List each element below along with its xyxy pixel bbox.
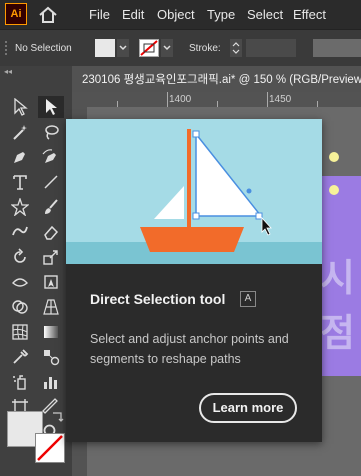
document-tab[interactable]: 230106 평생교육인포그래픽.ai* @ 150 % (RGB/Previe… — [72, 66, 361, 93]
horizontal-ruler[interactable]: 1400 1450 — [72, 92, 361, 107]
decorative-dot — [329, 152, 339, 162]
grip-icon[interactable] — [4, 40, 8, 56]
free-transform-tool[interactable] — [38, 271, 64, 293]
eyedropper-icon — [13, 349, 29, 364]
collapse-panel-icon[interactable]: ◂◂ — [4, 67, 12, 76]
stroke-weight-field[interactable] — [246, 39, 296, 57]
ruler-tick — [267, 92, 268, 107]
fill-color-swatch[interactable] — [95, 39, 115, 57]
swap-fill-stroke-icon[interactable] — [51, 409, 65, 423]
symbol-sprayer-tool[interactable] — [7, 371, 33, 393]
menu-select[interactable]: Select — [247, 7, 283, 22]
shortcut-key: A — [240, 291, 256, 307]
shaper-tool[interactable] — [7, 221, 33, 243]
tool-tooltip: Direct Selection tool A Select and adjus… — [66, 119, 322, 442]
paintbrush-tool[interactable] — [38, 196, 64, 218]
column-graph-tool[interactable] — [38, 371, 64, 393]
magic-wand-tool[interactable] — [7, 121, 33, 143]
pen-tool[interactable] — [7, 146, 33, 168]
gradient-tool[interactable] — [38, 321, 64, 343]
chevron-down-icon — [163, 45, 171, 51]
menu-bar: Ai File Edit Object Type Select Effect — [0, 0, 361, 29]
scale-icon — [43, 250, 58, 265]
eraser-tool[interactable] — [38, 221, 64, 243]
eyedropper-tool[interactable] — [7, 346, 33, 368]
shaper-icon — [12, 226, 28, 236]
menu-object[interactable]: Object — [157, 7, 195, 22]
star-icon — [11, 198, 29, 216]
home-icon[interactable] — [38, 6, 58, 24]
star-tool[interactable] — [7, 196, 33, 218]
menu-effect[interactable]: Effect — [293, 7, 326, 22]
stepper-icon — [232, 42, 240, 54]
type-tool[interactable] — [7, 171, 33, 193]
ruler-label-1450: 1450 — [269, 94, 292, 105]
shape-builder-tool[interactable] — [7, 296, 33, 318]
stroke-dropdown[interactable] — [161, 39, 173, 57]
eraser-icon — [44, 225, 59, 240]
control-bar: No Selection Stroke: — [0, 29, 361, 67]
direct-selection-icon — [46, 99, 57, 115]
stroke-color-box[interactable] — [35, 433, 65, 463]
paintbrush-icon — [45, 199, 58, 214]
variable-width-profile[interactable] — [313, 39, 361, 57]
stroke-color-swatch[interactable] — [139, 39, 159, 57]
tooltip-description: Select and adjust anchor points and segm… — [90, 332, 289, 366]
artboard-text: 시점 — [320, 258, 355, 355]
app-logo: Ai — [5, 3, 27, 25]
blend-tool[interactable] — [38, 346, 64, 368]
selection-icon — [14, 98, 28, 116]
fill-dropdown[interactable] — [117, 39, 129, 57]
document-title: 230106 평생교육인포그래픽.ai* @ 150 % (RGB/Previe… — [82, 74, 361, 86]
ruler-label-1400: 1400 — [169, 94, 192, 105]
menu-type[interactable]: Type — [207, 7, 235, 22]
lasso-tool[interactable] — [38, 121, 64, 143]
column-graph-icon — [44, 377, 57, 389]
perspective-grid-tool[interactable] — [38, 296, 64, 318]
type-icon — [13, 175, 27, 190]
width-tool[interactable] — [7, 271, 33, 293]
symbol-sprayer-icon — [13, 375, 26, 390]
none-stroke-icon — [140, 40, 158, 56]
shape-builder-icon — [12, 300, 28, 314]
learn-more-button[interactable]: Learn more — [199, 393, 297, 423]
gradient-icon — [44, 326, 58, 338]
ruler-tick — [167, 92, 168, 107]
perspective-icon — [43, 299, 59, 315]
stroke-label: Stroke: — [189, 43, 221, 54]
mesh-tool[interactable] — [7, 321, 33, 343]
line-icon — [44, 175, 58, 189]
scale-tool[interactable] — [38, 246, 64, 268]
direct-selection-tool[interactable] — [38, 96, 64, 118]
rotate-icon — [14, 248, 26, 263]
selection-tool[interactable] — [7, 96, 33, 118]
free-transform-icon — [44, 275, 58, 289]
lasso-icon — [45, 125, 59, 140]
chevron-down-icon — [119, 45, 127, 51]
decorative-dot — [329, 185, 339, 195]
blend-icon — [44, 350, 60, 366]
tools-panel: ◂◂ — [0, 66, 73, 476]
curvature-icon — [42, 149, 56, 163]
fill-stroke-widget — [7, 411, 67, 471]
direct-selection-illustration — [66, 119, 322, 264]
line-segment-tool[interactable] — [38, 171, 64, 193]
curvature-tool[interactable] — [38, 146, 64, 168]
menu-edit[interactable]: Edit — [122, 7, 144, 22]
pen-icon — [14, 152, 25, 163]
stroke-weight-stepper[interactable] — [230, 39, 242, 57]
tooltip-title: Direct Selection tool — [90, 291, 226, 307]
magic-wand-icon — [13, 125, 27, 140]
selection-status: No Selection — [15, 43, 72, 54]
width-icon — [12, 278, 28, 287]
menu-file[interactable]: File — [89, 7, 110, 22]
mesh-icon — [12, 324, 28, 340]
rotate-tool[interactable] — [7, 246, 33, 268]
none-stroke-icon — [37, 435, 63, 461]
